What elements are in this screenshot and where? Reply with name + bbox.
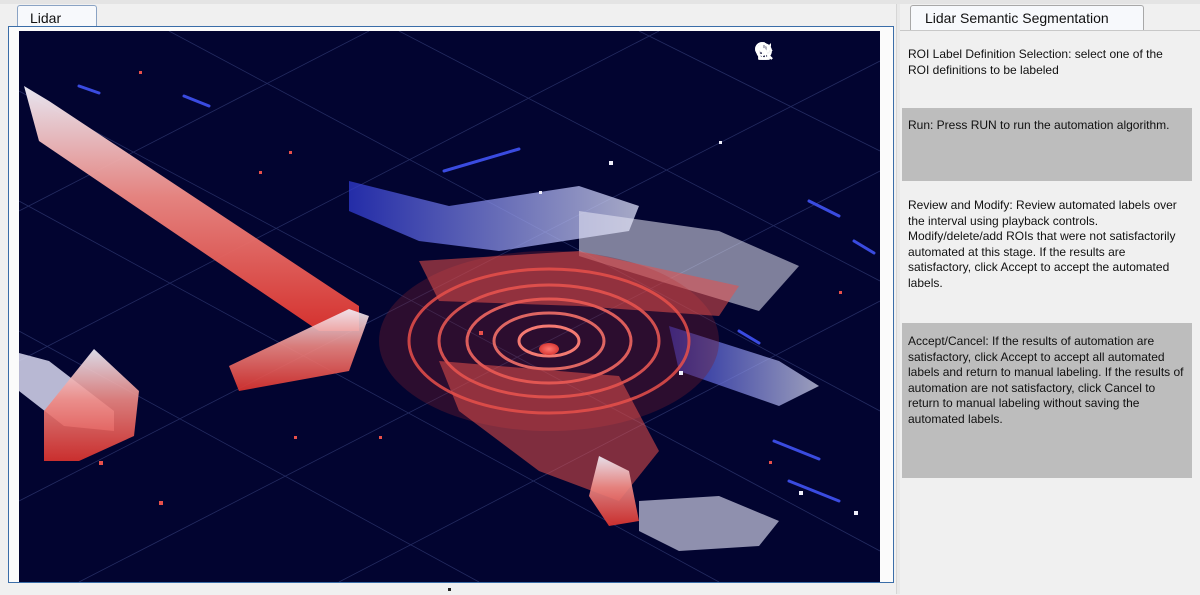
home-button[interactable] [755, 41, 872, 63]
building-wall-left [24, 86, 369, 391]
step-run: Run: Press RUN to run the automation alg… [902, 108, 1192, 181]
tab-semantic-label: Lidar Semantic Segmentation [925, 10, 1109, 26]
zoom-out-button[interactable] [755, 41, 848, 63]
tab-lidar-semantic-segmentation[interactable]: Lidar Semantic Segmentation [910, 5, 1144, 30]
tab-lidar-label: Lidar [30, 9, 62, 26]
structure-lower-left [19, 349, 139, 461]
point-cloud-scene [19, 31, 880, 582]
semantic-segmentation-panel: Lidar Semantic Segmentation ROI Label De… [900, 4, 1200, 594]
step-roi-text: ROI Label Definition Selection: select o… [908, 47, 1163, 77]
viewer-bottom-strip [8, 586, 894, 594]
point-cloud-canvas[interactable] [19, 31, 880, 582]
ground-returns-center [379, 251, 739, 501]
viewer-toolbar [754, 41, 872, 63]
step-run-text: Run: Press RUN to run the automation alg… [908, 118, 1170, 132]
home-icon [755, 42, 773, 60]
resize-grip[interactable] [448, 588, 451, 591]
step-accept-cancel: Accept/Cancel: If the results of automat… [902, 323, 1192, 478]
structure-lower-right [589, 456, 779, 551]
step-review-modify: Review and Modify: Review automated labe… [902, 193, 1192, 303]
step-roi-definition: ROI Label Definition Selection: select o… [902, 42, 1192, 86]
step-review-text: Review and Modify: Review automated labe… [908, 198, 1177, 290]
zoom-in-button[interactable] [755, 41, 824, 63]
pan-button[interactable] [757, 41, 800, 63]
instructions-panel: ROI Label Definition Selection: select o… [900, 30, 1200, 595]
step-accept-text: Accept/Cancel: If the results of automat… [908, 334, 1184, 426]
